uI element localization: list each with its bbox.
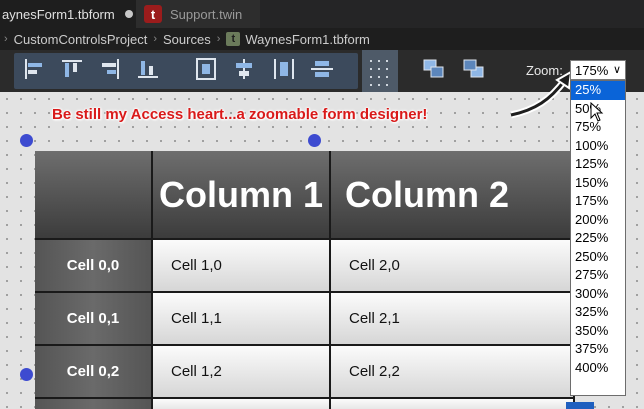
space-vertical-icon bbox=[311, 61, 333, 77]
zoom-option[interactable]: 300% bbox=[571, 285, 625, 304]
zoom-option[interactable]: 250% bbox=[571, 248, 625, 267]
grid-cell[interactable]: Cell 1,0 bbox=[153, 240, 331, 293]
breadcrumb-item-project[interactable]: CustomControlsProject bbox=[14, 32, 148, 47]
resize-handle[interactable] bbox=[20, 368, 33, 381]
column-header-1[interactable]: Column 1 bbox=[153, 151, 331, 240]
zoom-option[interactable]: 350% bbox=[571, 322, 625, 341]
bring-to-front-button[interactable] bbox=[420, 56, 448, 82]
align-top-icon bbox=[62, 60, 82, 77]
grid-control[interactable]: Column 1 Column 2 Cell 0,0 Cell 1,0 Cell… bbox=[35, 151, 575, 409]
chevron-right-icon: › bbox=[216, 33, 221, 45]
row-header-cell[interactable]: Cell 0,0 bbox=[35, 240, 153, 293]
resize-handle[interactable] bbox=[308, 134, 321, 147]
chevron-right-icon: › bbox=[153, 33, 157, 45]
grid-cell[interactable]: Cell 2,1 bbox=[331, 293, 575, 346]
zoom-option[interactable]: 225% bbox=[571, 229, 625, 248]
zoom-option[interactable]: 400% bbox=[571, 359, 625, 378]
align-bottom-icon bbox=[138, 61, 158, 78]
zoom-option[interactable]: 100% bbox=[571, 137, 625, 156]
align-left-icon bbox=[25, 59, 42, 79]
bring-to-front-icon bbox=[423, 59, 444, 78]
align-right-icon bbox=[102, 59, 119, 79]
zoom-option[interactable]: 200% bbox=[571, 211, 625, 230]
mouse-pointer-icon bbox=[590, 102, 604, 122]
send-to-back-button[interactable] bbox=[460, 56, 488, 82]
breadcrumb-item-sources[interactable]: Sources bbox=[163, 32, 211, 47]
chevron-down-icon: ∨ bbox=[612, 64, 621, 76]
tab-label: Support.twin bbox=[170, 6, 243, 22]
column-header-2[interactable]: Column 2 bbox=[331, 151, 575, 240]
zoom-option[interactable]: 325% bbox=[571, 303, 625, 322]
align-right-button[interactable] bbox=[96, 56, 124, 82]
row-header-cell[interactable] bbox=[35, 399, 153, 409]
send-to-back-icon bbox=[463, 59, 484, 78]
zoom-option[interactable]: 275% bbox=[571, 266, 625, 285]
breadcrumb-item-file[interactable]: WaynesForm1.tbform bbox=[245, 32, 370, 47]
chevron-right-icon: › bbox=[4, 33, 8, 45]
zoom-label: Zoom: bbox=[526, 63, 563, 78]
zoom-select-value: 175% bbox=[575, 62, 609, 78]
space-vertical-button[interactable] bbox=[308, 56, 336, 82]
space-horizontal-icon bbox=[274, 59, 294, 79]
tab-waynesform1[interactable]: aynesForm1.tbform bbox=[0, 0, 136, 28]
grid-cell[interactable] bbox=[331, 399, 575, 409]
grid-cell[interactable]: Cell 2,2 bbox=[331, 346, 575, 399]
grid-cell[interactable]: Cell 1,1 bbox=[153, 293, 331, 346]
resize-handle[interactable] bbox=[20, 134, 33, 147]
center-horizontal-icon bbox=[236, 59, 252, 79]
row-header-cell[interactable]: Cell 0,2 bbox=[35, 346, 153, 399]
center-vertical-button[interactable] bbox=[192, 56, 220, 82]
align-left-button[interactable] bbox=[20, 56, 48, 82]
zoom-option[interactable]: 175% bbox=[571, 192, 625, 211]
show-grid-button[interactable] bbox=[362, 50, 398, 92]
zoom-dropdown-list: 25% 50% 75% 100% 125% 150% 175% 200% 225… bbox=[570, 80, 626, 396]
file-t-icon: t bbox=[226, 32, 241, 46]
selection-edge bbox=[566, 402, 594, 409]
breadcrumb: › CustomControlsProject › Sources › t Wa… bbox=[0, 28, 644, 50]
grid-cell[interactable] bbox=[153, 399, 331, 409]
editor-tab-strip: aynesForm1.tbform t Support.twin bbox=[0, 0, 644, 28]
space-horizontal-button[interactable] bbox=[270, 56, 298, 82]
zoom-option[interactable]: 25% bbox=[571, 81, 625, 100]
row-header-cell[interactable]: Cell 0,1 bbox=[35, 293, 153, 346]
zoom-option[interactable]: 150% bbox=[571, 174, 625, 193]
center-horizontal-button[interactable] bbox=[230, 56, 258, 82]
unsaved-dot-icon[interactable] bbox=[124, 10, 133, 18]
tab-support-twin[interactable]: t Support.twin bbox=[136, 0, 260, 28]
tab-label: aynesForm1.tbform bbox=[2, 6, 115, 22]
corner-header-cell bbox=[35, 151, 153, 240]
grid-cell[interactable]: Cell 1,2 bbox=[153, 346, 331, 399]
align-bottom-button[interactable] bbox=[134, 56, 162, 82]
t-icon: t bbox=[144, 5, 162, 23]
center-vertical-icon bbox=[196, 58, 216, 80]
grid-cell[interactable]: Cell 2,0 bbox=[331, 240, 575, 293]
zoom-select[interactable]: 175% ∨ bbox=[570, 60, 626, 80]
zoom-option[interactable]: 125% bbox=[571, 155, 625, 174]
annotation-text: Be still my Access heart...a zoomable fo… bbox=[52, 106, 428, 123]
zoom-option[interactable]: 375% bbox=[571, 340, 625, 359]
align-top-button[interactable] bbox=[58, 56, 86, 82]
